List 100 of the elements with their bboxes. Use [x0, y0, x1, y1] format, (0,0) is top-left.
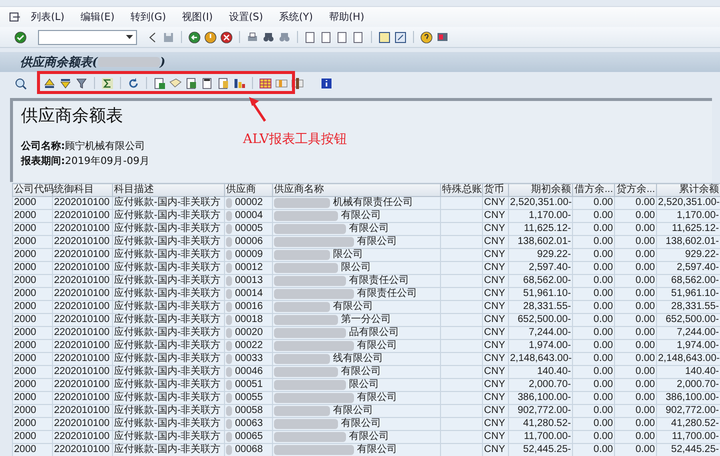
- redacted-block: [274, 250, 330, 260]
- redacted-block: [274, 367, 338, 377]
- table-cell: 2000: [12, 274, 52, 288]
- column-header[interactable]: 公司代码: [12, 184, 52, 196]
- column-icon[interactable]: [291, 76, 304, 90]
- column-header[interactable]: 借方余...: [572, 184, 614, 196]
- export-icon[interactable]: [153, 76, 166, 90]
- table-cell: 应付账款-国内-非关联方: [112, 378, 224, 392]
- arrow: [247, 96, 269, 122]
- menu-icon[interactable]: [8, 10, 21, 24]
- table-cell: 00022: [235, 340, 263, 352]
- menu-item[interactable]: 编辑(E): [74, 10, 120, 24]
- copy-icon[interactable]: [217, 76, 230, 90]
- table-cell: 00012: [235, 262, 263, 274]
- header-line: 公司名称:顾宁机械有限公司: [21, 140, 146, 154]
- sum-icon[interactable]: [101, 76, 114, 90]
- table-cell: 应付账款-国内-非关联方: [112, 430, 224, 444]
- menu-item[interactable]: 系统(Y): [272, 10, 319, 24]
- title-parenthesis: ): [160, 55, 166, 69]
- bar-chart-icon[interactable]: [233, 76, 246, 90]
- monitor-icon[interactable]: [436, 30, 449, 44]
- table-cell: 2000: [12, 418, 52, 430]
- table-cell: 0.00: [572, 378, 614, 392]
- page-icon[interactable]: [304, 30, 317, 44]
- table-cell: 0.00: [614, 404, 656, 418]
- sort-descending-icon[interactable]: [59, 76, 72, 90]
- table-cell: 2000: [12, 392, 52, 404]
- window-icon[interactable]: [378, 30, 391, 44]
- print-icon[interactable]: [246, 30, 259, 44]
- column-header[interactable]: 供应商: [224, 184, 272, 196]
- grid-icon[interactable]: [259, 76, 272, 90]
- table-cell: 2202010100: [52, 430, 112, 444]
- table-cell: 2202010100: [52, 314, 112, 326]
- command-field[interactable]: [38, 30, 137, 44]
- table-cell: 00046: [235, 366, 263, 378]
- redacted-block: [274, 432, 346, 442]
- column-header[interactable]: 科目描述: [112, 184, 224, 196]
- table-cell: 机械有限责任公司: [333, 197, 413, 209]
- column-header[interactable]: 期初余额: [508, 184, 572, 196]
- menu-item[interactable]: 帮助(H): [322, 10, 370, 24]
- table-cell: 1,974.00-: [508, 340, 572, 352]
- table-cell: 2202010100: [52, 404, 112, 418]
- table-cell: 第一分公司: [341, 314, 391, 326]
- table-cell: 00004: [235, 210, 263, 222]
- info-icon[interactable]: [320, 76, 333, 90]
- menu-item[interactable]: 转到(G): [124, 10, 172, 24]
- filter-icon[interactable]: [75, 76, 88, 90]
- column-header[interactable]: 供应商名称: [272, 184, 440, 196]
- window-icon[interactable]: [394, 30, 407, 44]
- table-cell: 0.00: [614, 262, 656, 274]
- page-icon[interactable]: [352, 30, 365, 44]
- page-icon[interactable]: [320, 30, 333, 44]
- cancel-icon[interactable]: [220, 30, 233, 44]
- table-cell: 00058: [235, 405, 263, 417]
- column-header[interactable]: 累计余额: [656, 184, 720, 196]
- table-cell: 2202010100: [52, 222, 112, 236]
- table-cell: 00068: [235, 444, 263, 456]
- table-cell: 2000: [12, 352, 52, 366]
- table-cell: 652,500.00-: [656, 314, 720, 326]
- exit-icon[interactable]: [204, 30, 217, 44]
- table-cell: 0.00: [572, 444, 614, 456]
- column-header[interactable]: 统御科目: [52, 184, 112, 196]
- caret-icon: [126, 35, 133, 39]
- table-cell: 2202010100: [52, 196, 112, 210]
- column-header[interactable]: 货币: [482, 184, 508, 196]
- table-cell: 00002: [235, 197, 263, 209]
- annotation-text: ALV报表工具按钮: [243, 131, 347, 148]
- table-cell: 1,974.00-: [656, 340, 720, 352]
- table-cell: 2000: [12, 222, 52, 236]
- table-cell: 68,562.00-: [508, 274, 572, 288]
- details-icon[interactable]: [14, 76, 27, 90]
- binoculars-icon[interactable]: [262, 30, 275, 44]
- redacted-block: [274, 354, 330, 364]
- table-cell: 2000: [12, 210, 52, 222]
- menu-item[interactable]: 列表(L): [25, 10, 70, 24]
- table-cell: 应付账款-国内-非关联方: [112, 352, 224, 366]
- redacted-block: [274, 198, 330, 208]
- table-cell: 2202010100: [52, 418, 112, 430]
- table-cell: 应付账款-国内-非关联方: [112, 288, 224, 300]
- back-icon[interactable]: [188, 30, 201, 44]
- table-cell: 0.00: [572, 392, 614, 404]
- column-header[interactable]: 特殊总账: [440, 184, 482, 196]
- table-cell: 00051: [235, 379, 263, 391]
- help-icon[interactable]: [420, 30, 433, 44]
- document-icon[interactable]: [201, 76, 214, 90]
- enter-icon[interactable]: [14, 30, 27, 44]
- refresh-icon[interactable]: [127, 76, 140, 90]
- table-cell: 138,602.01-: [656, 236, 720, 248]
- table-cell: 2202010100: [52, 340, 112, 352]
- table-cell: 140.40-: [656, 366, 720, 378]
- table-cell: 0.00: [572, 430, 614, 444]
- menu-item[interactable]: 设置(S): [222, 10, 269, 24]
- column-header[interactable]: 贷方余...: [614, 184, 656, 196]
- table-cell: 0.00: [572, 288, 614, 300]
- table-cell: 00065: [235, 431, 263, 443]
- sort-ascending-icon[interactable]: [43, 76, 56, 90]
- menu-item[interactable]: 视图(I): [176, 10, 219, 24]
- table-cell: 有限公司: [349, 431, 389, 443]
- page-icon[interactable]: [336, 30, 349, 44]
- table-cell: 0.00: [614, 444, 656, 456]
